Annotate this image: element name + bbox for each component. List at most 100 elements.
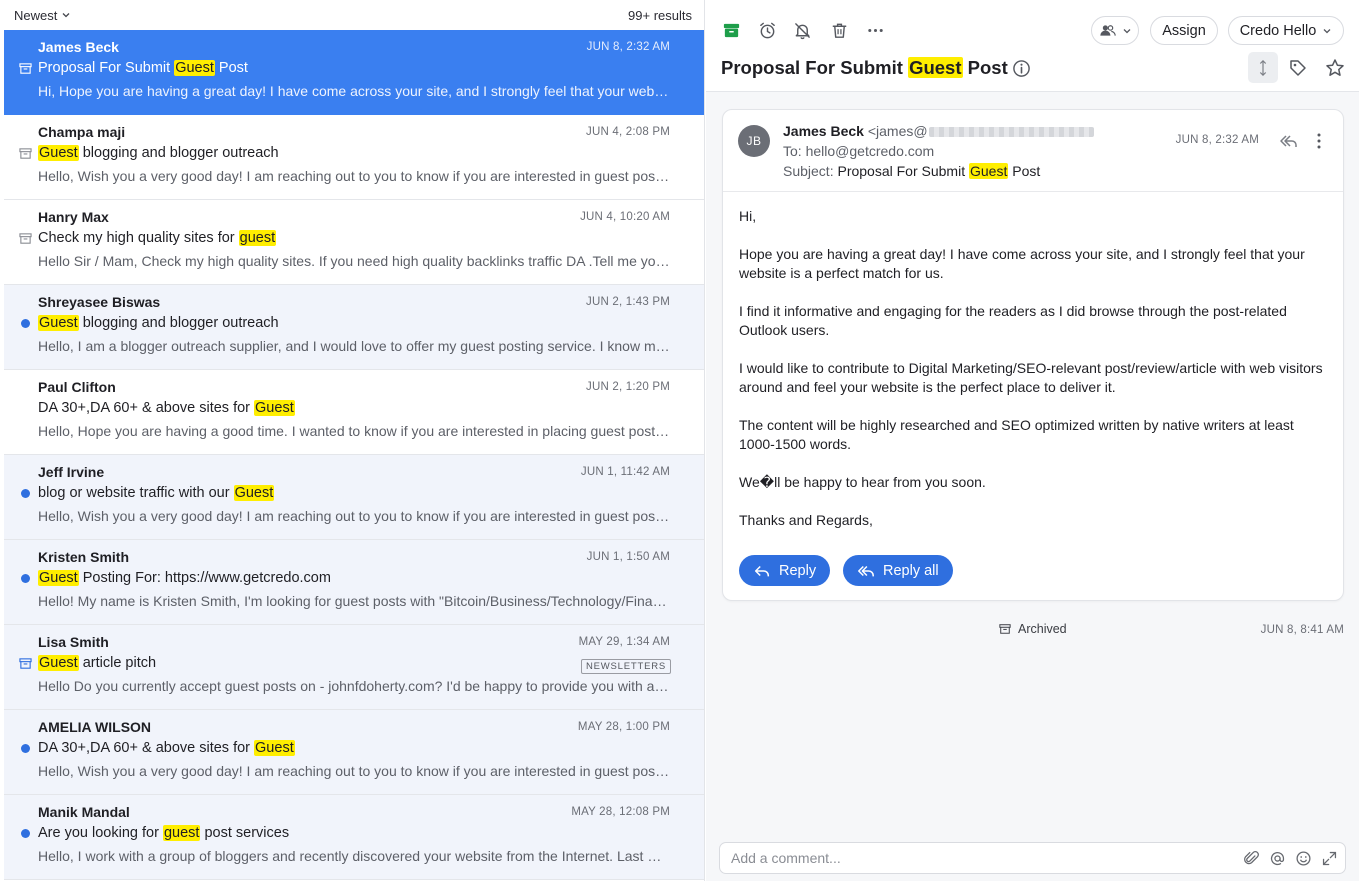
- search-highlight: Guest: [38, 145, 79, 161]
- comment-box: [719, 842, 1346, 874]
- unread-dot: [18, 826, 32, 840]
- subject-line: Subject: Proposal For Submit Guest Post: [783, 163, 1041, 179]
- message-row[interactable]: Kristen Smith JUN 1, 1:50 AM Guest Posting…: [4, 540, 704, 625]
- reply-all-button[interactable]: Reply all: [843, 555, 953, 586]
- thread-title: Proposal For Submit Guest Post: [721, 57, 1008, 78]
- row-date: JUN 1, 1:50 AM: [586, 551, 670, 563]
- users-icon: [1099, 25, 1116, 36]
- row-sender: Shreyasee Biswas: [38, 294, 161, 310]
- comment-input[interactable]: [731, 850, 1211, 866]
- row-preview: Hello, Wish you a very good day! I am re…: [38, 168, 670, 184]
- row-sender: Hanry Max: [38, 209, 109, 225]
- reply-icon: [754, 565, 770, 576]
- from-address: <james@: [867, 123, 928, 139]
- row-preview: Hello, I work with a group of bloggers a…: [38, 848, 670, 864]
- emoji-icon[interactable]: [1295, 850, 1312, 867]
- row-tag[interactable]: NEWSLETTERS: [580, 659, 671, 674]
- message-row[interactable]: Manik Mandal MAY 28, 12:08 PM Are you look…: [4, 795, 704, 880]
- row-subject: Proposal For Submit Guest Post: [38, 60, 248, 76]
- archived-label: Archived: [1018, 622, 1067, 636]
- unread-dot: [18, 741, 32, 755]
- row-date: JUN 4, 2:08 PM: [586, 126, 670, 138]
- sort-label: Newest: [14, 7, 58, 23]
- expand-collapse-button[interactable]: [1248, 52, 1278, 83]
- sort-dropdown[interactable]: Newest: [14, 8, 71, 23]
- row-subject: Guest blogging and blogger outreach: [38, 145, 279, 161]
- to-address: hello@getcredo.com: [805, 143, 935, 159]
- message-list: Newest 99+ results James Beck JUN 8, 2:32…: [0, 0, 705, 881]
- reply-all-icon[interactable]: [1277, 130, 1299, 152]
- reply-button[interactable]: Reply: [739, 555, 831, 586]
- assign-button[interactable]: Assign: [1150, 16, 1218, 45]
- archived-icon: [18, 61, 32, 75]
- row-preview: Hello Do you currently accept guest post…: [38, 678, 670, 694]
- message-row[interactable]: Shreyasee Biswas JUN 2, 1:43 PM Guest blog…: [4, 285, 704, 370]
- body-paragraph: We�ll be happy to hear from you soon.: [739, 474, 986, 490]
- row-date: JUN 1, 11:42 AM: [580, 466, 670, 478]
- message-row[interactable]: Champa maji JUN 4, 2:08 PM Guest blogging …: [4, 115, 704, 200]
- row-sender: Kristen Smith: [38, 549, 130, 565]
- message-date: JUN 8, 2:32 AM: [1175, 134, 1259, 146]
- message-body: Hi, Hope you are having a great day! I ha…: [739, 207, 1333, 549]
- snooze-clock-icon[interactable]: [756, 19, 778, 41]
- row-subject: DA 30+,DA 60+ & above sites for Guest: [38, 740, 295, 756]
- message-row[interactable]: James Beck JUN 8, 2:32 AM Proposal For Sub…: [4, 30, 704, 115]
- archived-icon: [18, 656, 32, 670]
- unread-dot: [18, 571, 32, 585]
- more-horizontal-icon[interactable]: [864, 19, 886, 41]
- body-paragraph: Hope you are having a great day! I have …: [739, 246, 1305, 281]
- redacted-address: [928, 127, 1094, 138]
- row-date: MAY 28, 12:08 PM: [571, 806, 670, 818]
- avatar: JB: [738, 125, 770, 157]
- archived-icon: [18, 231, 32, 245]
- reply-all-label: Reply all: [883, 562, 939, 579]
- expand-vertical-icon: [1259, 59, 1267, 76]
- from-name[interactable]: James Beck: [783, 123, 864, 139]
- row-preview: Hello, Hope you are having a good time. …: [38, 423, 670, 439]
- message-row[interactable]: Lisa Smith MAY 29, 1:34 AM Guest article p…: [4, 625, 704, 710]
- more-vertical-icon[interactable]: [1309, 131, 1329, 151]
- mute-bell-icon[interactable]: [791, 19, 813, 41]
- row-subject: Check my high quality sites for guest: [38, 230, 277, 246]
- row-sender: Jeff Irvine: [38, 464, 105, 480]
- expand-icon[interactable]: [1321, 850, 1338, 867]
- body-paragraph: Hi,: [739, 208, 757, 224]
- inbox-dropdown[interactable]: Credo Hello: [1228, 16, 1344, 45]
- row-preview: Hi, Hope you are having a great day! I h…: [38, 83, 670, 99]
- participants-dropdown[interactable]: [1091, 16, 1139, 45]
- message-row[interactable]: Hanry Max JUN 4, 10:20 AM Check my high qu…: [4, 200, 704, 285]
- unread-dot: [18, 486, 32, 500]
- search-highlight: Guest: [38, 315, 79, 331]
- archive-icon[interactable]: [720, 19, 742, 41]
- row-preview: Hello Sir / Mam, Check my high quality s…: [38, 253, 670, 269]
- trash-icon[interactable]: [828, 19, 850, 41]
- row-preview: Hello, I am a blogger outreach supplier,…: [38, 338, 670, 354]
- search-highlight: Guest: [38, 570, 79, 586]
- search-highlight: Guest: [254, 740, 295, 756]
- info-icon[interactable]: [1012, 59, 1031, 78]
- search-highlight: Guest: [233, 485, 275, 501]
- archived-date: JUN 8, 8:41 AM: [1260, 624, 1344, 636]
- row-preview: Hello, Wish you a very good day! I am re…: [38, 508, 670, 524]
- reading-pane: Assign Credo Hello Proposal For Submit G…: [706, 0, 1359, 881]
- paperclip-icon[interactable]: [1243, 850, 1260, 867]
- body-paragraph: I would like to contribute to Digital Ma…: [739, 360, 1323, 395]
- mention-icon[interactable]: [1269, 850, 1286, 867]
- from-line: James Beck <james@: [783, 123, 1094, 139]
- row-date: JUN 4, 10:20 AM: [580, 211, 670, 223]
- message-row[interactable]: Paul Clifton JUN 2, 1:20 PM DA 30+,DA 60+ …: [4, 370, 704, 455]
- unread-dot: [18, 316, 32, 330]
- row-sender: James Beck: [38, 39, 119, 55]
- row-date: JUN 2, 1:20 PM: [586, 381, 670, 393]
- chevron-down-icon: [1323, 28, 1331, 33]
- archived-event: Archived: [999, 622, 1067, 636]
- search-highlight: Guest: [254, 400, 295, 416]
- star-icon[interactable]: [1325, 58, 1345, 78]
- message-rows: James Beck JUN 8, 2:32 AM Proposal For Sub…: [4, 30, 704, 880]
- message-card: JB James Beck <james@ To: hello@getcredo…: [722, 109, 1344, 601]
- row-preview: Hello! My name is Kristen Smith, I'm loo…: [38, 593, 670, 609]
- thread-toolbar: Assign Credo Hello Proposal For Submit G…: [706, 0, 1359, 92]
- tag-icon[interactable]: [1288, 58, 1308, 78]
- message-row[interactable]: AMELIA WILSON MAY 28, 1:00 PM DA 30+,DA 60…: [4, 710, 704, 795]
- message-row[interactable]: Jeff Irvine JUN 1, 11:42 AM blog or websit…: [4, 455, 704, 540]
